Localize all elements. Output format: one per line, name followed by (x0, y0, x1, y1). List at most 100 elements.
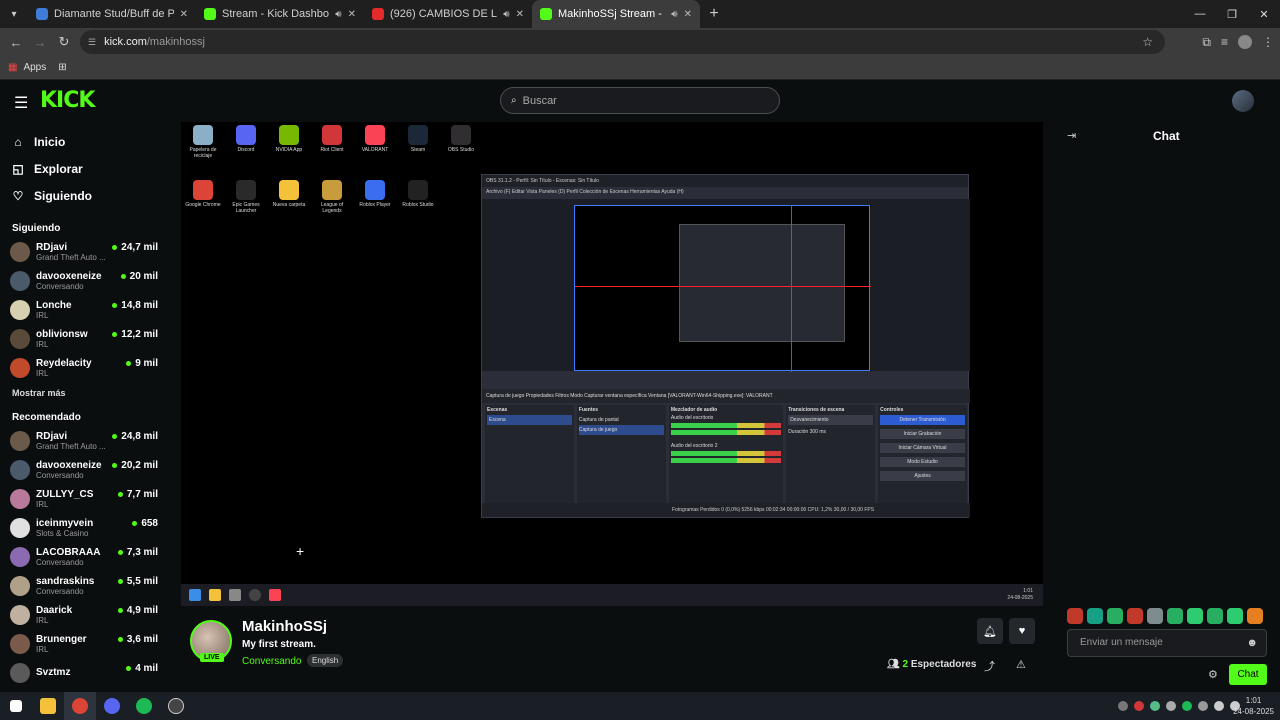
chat-panel: ⇥ Chat Enviar un mensaje ☻ ⚙ Chat (1053, 122, 1280, 692)
minimize-button[interactable]: — (1184, 0, 1216, 28)
emote-icon[interactable] (1147, 608, 1163, 624)
tray-icon[interactable] (1134, 701, 1144, 711)
tab-close-icon[interactable]: ✕ (180, 9, 188, 20)
tray-icon[interactable] (1182, 701, 1192, 711)
tab-audio-icon[interactable]: 🔊︎ (503, 9, 509, 20)
tray-icon[interactable] (1118, 701, 1128, 711)
url-field[interactable]: ☰ kick.com/makinhossj ☆ (80, 30, 1165, 54)
close-window-button[interactable]: ✕ (1248, 0, 1280, 28)
stream-category[interactable]: Conversando (242, 656, 301, 667)
channel-item[interactable]: davooxeneize Conversando 20 mil (0, 266, 170, 295)
channel-item[interactable]: Lonche IRL 14,8 mil (0, 295, 170, 324)
tray-icon[interactable] (1166, 701, 1176, 711)
store-icon (229, 589, 241, 601)
emote-icon[interactable] (1107, 608, 1123, 624)
back-button[interactable]: ← (4, 35, 28, 50)
app-icon (322, 180, 342, 200)
browser-tab[interactable]: MakinhoSSj Stream - Watc 🔊︎ ✕ (532, 0, 700, 28)
emote-icon[interactable] (1127, 608, 1143, 624)
mixer-track: Audio del escritorio (670, 415, 714, 421)
forward-button[interactable]: → (28, 35, 52, 50)
chrome-button[interactable] (64, 692, 96, 720)
start-button[interactable] (0, 692, 32, 720)
desktop-icon-label: Riot Client (320, 147, 344, 153)
bookmark-star-icon[interactable]: ☆ (1142, 35, 1153, 49)
network-icon[interactable] (1214, 701, 1224, 711)
channel-item[interactable]: ZULLYY_CS IRL 7,7 mil (0, 484, 170, 513)
tab-groups-icon[interactable]: ⊞ (58, 62, 66, 73)
video-player[interactable]: Papelera de reciclaje Discord NVIDIA App… (181, 122, 1043, 606)
notification-bell-button[interactable]: 🔔︎ (977, 618, 1003, 644)
browser-tab[interactable]: Stream - Kick Dashboard 🔊︎ ✕ (196, 0, 364, 28)
streamer-name[interactable]: MakinhoSSj (242, 618, 327, 635)
emoji-icon[interactable]: ☻ (1246, 630, 1258, 656)
panel-title: Escenas (487, 407, 508, 413)
sidebar-nav-item[interactable]: ◱ Explorar (0, 155, 170, 182)
profile-icon[interactable] (1238, 35, 1252, 49)
menu-icon[interactable]: ☰ (14, 93, 28, 113)
channel-item[interactable]: iceinmyvein Slots & Casino 658 (0, 513, 170, 542)
channel-item[interactable]: Daarick IRL 4,9 mil (0, 600, 170, 629)
channel-category: IRL (36, 644, 49, 654)
follow-heart-button[interactable]: ♥ (1009, 618, 1035, 644)
search-input[interactable]: ⌕ Buscar (500, 87, 780, 114)
channel-item[interactable]: sandraskins Conversando 5,5 mil (0, 571, 170, 600)
nav-label: Explorar (34, 161, 83, 176)
tab-audio-icon[interactable]: 🔊︎ (335, 9, 341, 20)
report-icon[interactable]: ⚠ (1016, 658, 1026, 671)
reload-button[interactable]: ↻ (52, 34, 76, 50)
share-icon[interactable]: ⤴ (984, 658, 995, 674)
tab-close-icon[interactable]: ✕ (684, 9, 692, 20)
emote-icon[interactable] (1247, 608, 1263, 624)
channel-item[interactable]: RDjavi Grand Theft Auto ... 24,7 mil (0, 237, 170, 266)
user-avatar[interactable] (1232, 90, 1254, 112)
chat-settings-icon[interactable]: ⚙ (1208, 668, 1218, 681)
emote-icon[interactable] (1167, 608, 1183, 624)
channel-item[interactable]: davooxeneize Conversando 20,2 mil (0, 455, 170, 484)
channel-item[interactable]: oblivionsw IRL 12,2 mil (0, 324, 170, 353)
emote-icon[interactable] (1207, 608, 1223, 624)
chat-message-input[interactable]: Enviar un mensaje ☻ (1067, 629, 1267, 657)
emote-icon[interactable] (1227, 608, 1243, 624)
tab-search-button[interactable]: ▾ (0, 0, 28, 28)
extensions-icon[interactable]: ⧉ (1202, 35, 1211, 50)
tray-icon[interactable] (1150, 701, 1160, 711)
obs-button[interactable] (160, 692, 192, 720)
browser-tab-bar: ▾ Diamante Stud/Buff de Plata - F ✕ Stre… (0, 0, 1280, 28)
new-tab-button[interactable]: + (700, 5, 728, 23)
channel-item[interactable]: LACOBRAAA Conversando 7,3 mil (0, 542, 170, 571)
bookmark-apps[interactable]: Apps (23, 62, 46, 73)
tab-close-icon[interactable]: ✕ (348, 9, 356, 20)
kick-logo[interactable]: KICK (40, 88, 95, 113)
app-icon (408, 180, 428, 200)
tab-close-icon[interactable]: ✕ (516, 9, 524, 20)
tab-audio-icon[interactable]: 🔊︎ (671, 9, 677, 20)
sidebar-nav-item[interactable]: ⌂ Inicio (0, 128, 170, 155)
channel-item[interactable]: Reydelacity IRL 9 mil (0, 353, 170, 382)
channel-item[interactable]: RDjavi Grand Theft Auto ... 24,8 mil (0, 426, 170, 455)
discord-button[interactable] (96, 692, 128, 720)
channel-item[interactable]: Svztmz 4 mil (0, 658, 170, 687)
chat-send-button[interactable]: Chat (1229, 664, 1267, 685)
language-tag[interactable]: English (307, 654, 344, 667)
browser-tab[interactable]: Diamante Stud/Buff de Plata - F ✕ (28, 0, 196, 28)
emote-icon[interactable] (1067, 608, 1083, 624)
restore-button[interactable]: ❐ (1216, 0, 1248, 28)
spotify-button[interactable] (128, 692, 160, 720)
media-control-icon[interactable]: ≡ (1221, 35, 1228, 49)
show-more-link[interactable]: Mostrar más (0, 388, 170, 402)
system-clock[interactable]: 1:01 24-08-2025 (1233, 695, 1274, 717)
browser-menu-icon[interactable]: ⋮ (1262, 35, 1274, 49)
site-info-icon[interactable]: ☰ (88, 37, 96, 48)
file-explorer-button[interactable] (32, 692, 64, 720)
app-icon (236, 180, 256, 200)
browser-tab[interactable]: (926) CAMBIOS DE LOOK # 🔊︎ ✕ (364, 0, 532, 28)
sidebar-nav-item[interactable]: ♡ Siguiendo (0, 182, 170, 209)
tray-icon[interactable] (1198, 701, 1208, 711)
channel-item[interactable]: Brunenger IRL 3,6 mil (0, 629, 170, 658)
emote-icon[interactable] (1087, 608, 1103, 624)
emote-icon[interactable] (1187, 608, 1203, 624)
collapse-chat-icon[interactable]: ⇥ (1067, 129, 1076, 142)
nav-label: Siguiendo (34, 188, 92, 203)
heart-icon: ♡ (12, 188, 24, 203)
